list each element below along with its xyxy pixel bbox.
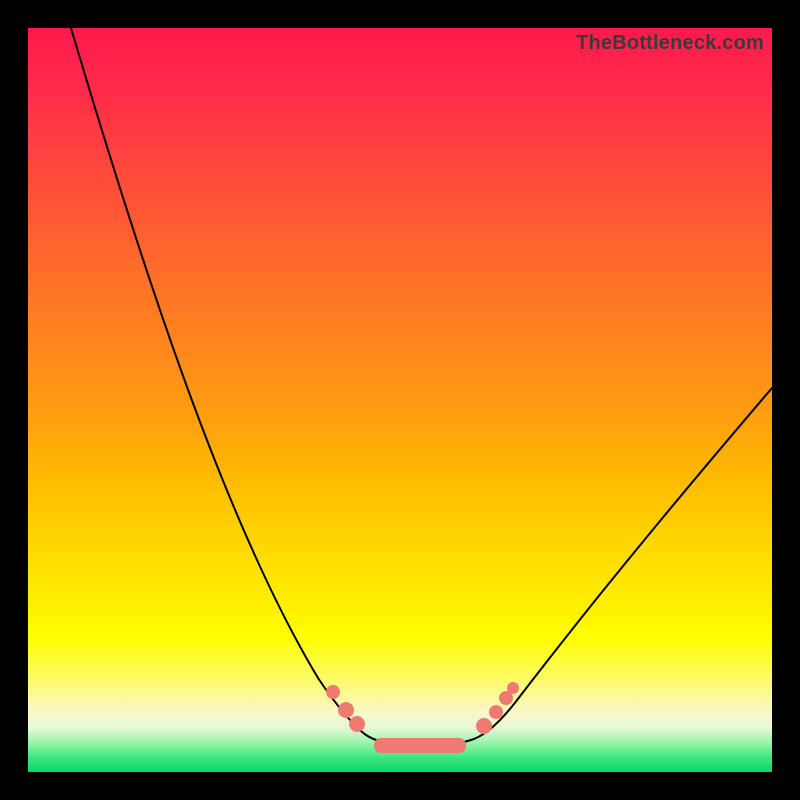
optimal-range-bar	[374, 738, 466, 753]
marker-dot	[338, 702, 354, 718]
marker-dot	[326, 685, 340, 699]
marker-dot	[489, 705, 503, 719]
bottleneck-curve-path	[68, 18, 772, 746]
marker-dot	[476, 718, 492, 734]
chart-plot-area: TheBottleneck.com	[28, 28, 772, 772]
bottleneck-chart	[28, 28, 772, 772]
marker-dot	[507, 682, 519, 694]
marker-dot	[349, 716, 365, 732]
